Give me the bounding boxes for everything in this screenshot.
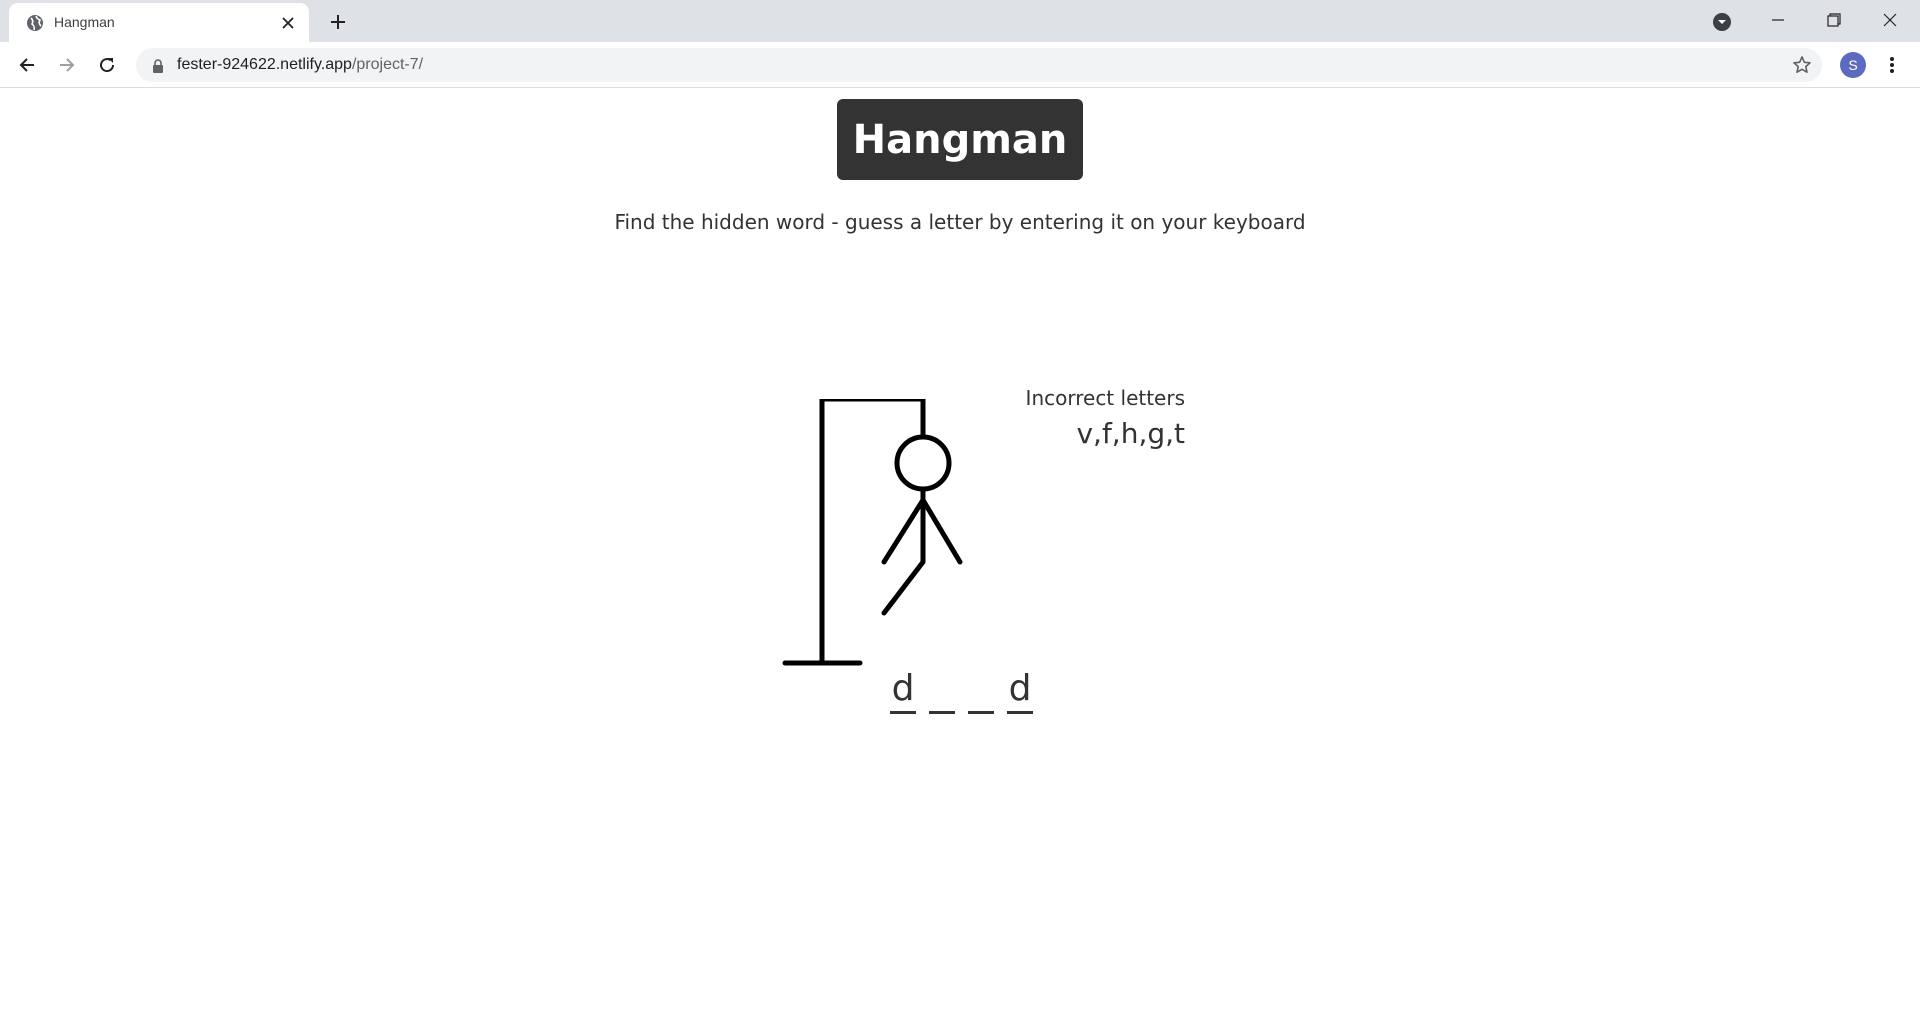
hangman-left-arm xyxy=(881,497,926,565)
incorrect-letters-title: Incorrect letters xyxy=(1025,386,1185,410)
bookmark-star-icon[interactable] xyxy=(1792,55,1812,75)
url-host: fester-924622.netlify.app xyxy=(177,56,352,73)
more-menu-icon[interactable] xyxy=(1880,53,1904,77)
hidden-word: d d xyxy=(890,669,1033,714)
close-tab-icon[interactable] xyxy=(277,12,299,34)
back-arrow-icon[interactable] xyxy=(12,50,42,80)
close-window-icon[interactable] xyxy=(1862,0,1918,40)
incorrect-letters-list: v,f,h,g,t xyxy=(1076,417,1185,450)
profile-avatar[interactable]: S xyxy=(1840,52,1866,78)
game-title: Hangman xyxy=(837,99,1083,180)
tab-title: Hangman xyxy=(54,14,115,30)
page-content: Hangman Find the hidden word - guess a l… xyxy=(0,89,1920,1030)
hangman-figure xyxy=(782,399,963,666)
address-bar[interactable]: fester-924622.netlify.app/project-7/ xyxy=(136,48,1822,82)
hangman-head xyxy=(894,434,952,492)
browser-toolbar: fester-924622.netlify.app/project-7/ S xyxy=(0,42,1920,88)
browser-tab[interactable]: Hangman xyxy=(9,3,309,42)
forward-arrow-icon[interactable] xyxy=(52,50,82,80)
tab-search-icon[interactable] xyxy=(1710,10,1734,34)
reload-icon[interactable] xyxy=(92,50,122,80)
tab-strip: Hangman xyxy=(0,0,1920,42)
minimize-icon[interactable] xyxy=(1750,0,1806,40)
url-path: /project-7/ xyxy=(351,56,424,73)
url-text: fester-924622.netlify.app/project-7/ xyxy=(177,56,423,74)
instructions-text: Find the hidden word - guess a letter by… xyxy=(614,210,1306,234)
letter-slot xyxy=(929,669,955,714)
new-tab-icon[interactable] xyxy=(324,8,352,36)
globe-icon xyxy=(26,14,44,32)
letter-slot xyxy=(968,669,994,714)
letter-slot: d xyxy=(1007,669,1033,714)
hangman-right-arm xyxy=(920,497,963,565)
lock-icon[interactable] xyxy=(151,58,165,73)
letter-slot: d xyxy=(890,669,916,714)
restore-icon[interactable] xyxy=(1806,0,1862,40)
hangman-left-leg xyxy=(881,559,926,616)
